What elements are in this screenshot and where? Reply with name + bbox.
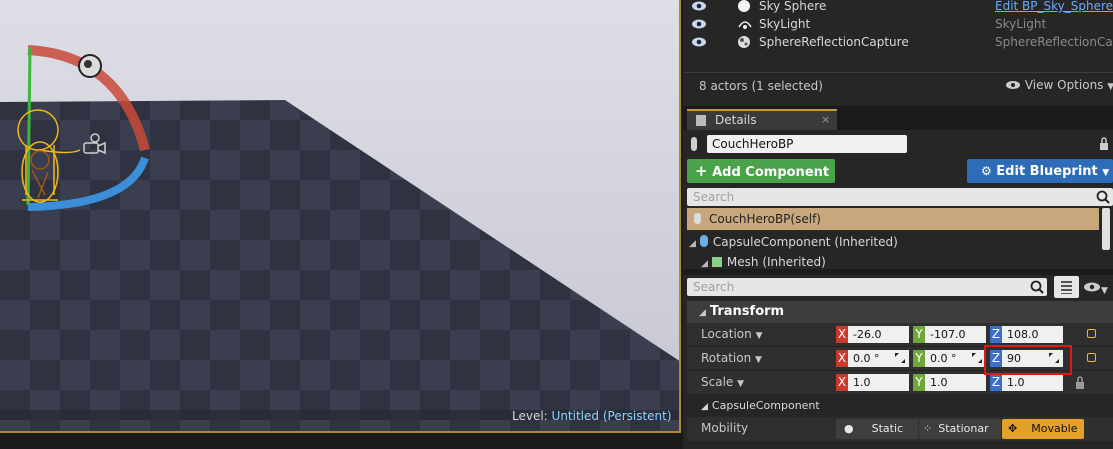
transform-section-header[interactable]: ◢ Transform xyxy=(687,301,1113,323)
spin-arrows-icon[interactable] xyxy=(972,353,982,363)
eye-icon xyxy=(1084,282,1100,292)
mobility-stationary-button[interactable]: ⁘ Stationar xyxy=(919,419,1001,439)
visibility-eye-icon[interactable] xyxy=(691,36,707,48)
edit-bp-link[interactable]: Edit BP_Sky_Sphere xyxy=(995,0,1113,13)
actor-icon xyxy=(694,213,701,224)
close-icon[interactable]: × xyxy=(821,113,830,126)
location-row: Location ▼ X -26.0 Y -107.0 Z 108.0 xyxy=(687,323,1113,347)
location-x-field[interactable]: -26.0 xyxy=(848,326,909,343)
outliner-row[interactable]: Sky Sphere Edit BP_Sky_Sphere xyxy=(683,0,1113,16)
level-label: Level: Untitled (Persistent) xyxy=(512,409,672,423)
expand-arrow-icon: ◢ xyxy=(699,308,706,318)
search-icon xyxy=(1030,280,1044,294)
component-search-input[interactable] xyxy=(687,188,987,206)
details-search[interactable] xyxy=(687,278,1047,296)
tree-scrollbar[interactable] xyxy=(1102,208,1110,250)
add-component-button[interactable]: + Add Component ▼ xyxy=(687,159,835,203)
component-search[interactable] xyxy=(687,188,1113,206)
sphere-icon xyxy=(738,0,750,12)
eye-icon xyxy=(1006,81,1020,89)
details-tabbar: Details × xyxy=(683,106,1113,130)
mobility-row: Mobility ● Static ⁘ Stationar ✥ Movable xyxy=(687,417,1113,441)
grid-icon xyxy=(1061,281,1072,294)
spin-arrows-icon[interactable] xyxy=(895,353,905,363)
actor-name-field[interactable]: CouchHeroBP xyxy=(707,135,907,153)
reset-to-default-icon[interactable] xyxy=(1087,353,1096,362)
tree-divider[interactable] xyxy=(683,269,1113,275)
visibility-eye-icon[interactable] xyxy=(691,18,707,30)
stationary-icon: ⁘ xyxy=(923,422,933,435)
view-options-button[interactable]: View Options ▼ xyxy=(1005,78,1113,92)
gizmo-green-axis xyxy=(26,47,32,206)
rotation-label[interactable]: Rotation ▼ xyxy=(701,351,762,365)
lock-icon[interactable] xyxy=(1074,376,1086,390)
scale-label[interactable]: Scale ▼ xyxy=(701,375,744,389)
rotation-x-field[interactable]: 0.0 ° xyxy=(848,350,909,367)
location-label[interactable]: Location ▼ xyxy=(701,327,763,341)
scale-y-field[interactable]: 1.0 xyxy=(925,374,986,391)
location-y-field[interactable]: -107.0 xyxy=(925,326,986,343)
outliner-row[interactable]: SkyLight SkyLight xyxy=(683,16,1113,34)
visibility-eye-icon[interactable] xyxy=(691,0,707,12)
component-self-item[interactable]: CouchHeroBP(self) xyxy=(687,208,1099,230)
skylight-icon xyxy=(738,21,752,29)
outliner-footer: 8 actors (1 selected) View Options ▼ xyxy=(683,72,1113,98)
gear-icon: ⚙ xyxy=(981,164,992,178)
search-icon xyxy=(1096,190,1110,204)
scale-x-field[interactable]: 1.0 xyxy=(848,374,909,391)
expand-arrow-icon: ◢ xyxy=(689,239,696,249)
outliner-row[interactable]: SphereReflectionCapture SphereReflection… xyxy=(683,34,1113,52)
level-viewport[interactable]: Level: Untitled (Persistent) xyxy=(0,0,681,433)
viewport-scene xyxy=(0,45,679,431)
tab-details[interactable]: Details × xyxy=(687,109,837,130)
reflection-capture-icon xyxy=(738,36,750,48)
capsule-icon xyxy=(699,235,708,247)
level-name: Untitled (Persistent) xyxy=(551,409,672,423)
edit-blueprint-button[interactable]: ⚙ Edit Blueprint ▼ xyxy=(967,159,1113,183)
property-matrix-button[interactable] xyxy=(1054,276,1079,298)
floor-plane xyxy=(0,100,679,431)
reset-to-default-icon[interactable] xyxy=(1087,329,1096,338)
expand-arrow-icon: ◢ xyxy=(701,402,708,412)
scale-z-field[interactable]: 1.0 xyxy=(1002,374,1063,391)
mobility-static-button[interactable]: ● Static xyxy=(836,419,918,439)
details-tab-icon xyxy=(696,115,706,126)
editor-right-panel: Sky Sphere Edit BP_Sky_Sphere SkyLight S… xyxy=(683,0,1113,449)
tree-item-capsule[interactable]: ◢ CapsuleComponent (Inherited) xyxy=(689,235,898,253)
details-visibility-dropdown[interactable]: ▼ xyxy=(1083,281,1108,296)
location-z-field[interactable]: 108.0 xyxy=(1002,326,1063,343)
actor-icon xyxy=(691,137,697,151)
mobility-label: Mobility xyxy=(701,421,749,435)
mesh-icon xyxy=(711,257,722,267)
details-search-input[interactable] xyxy=(687,278,987,296)
expand-arrow-icon: ◢ xyxy=(701,259,708,269)
static-icon: ● xyxy=(844,422,854,435)
annotation-highlight-box xyxy=(984,345,1072,375)
movable-icon: ✥ xyxy=(1008,422,1018,435)
mobility-movable-button[interactable]: ✥ Movable xyxy=(1002,419,1084,439)
rotation-y-field[interactable]: 0.0 ° xyxy=(925,350,986,367)
actor-count: 8 actors (1 selected) xyxy=(699,79,823,93)
actor-name-row: CouchHeroBP xyxy=(683,132,1113,156)
lock-icon[interactable] xyxy=(1098,137,1110,151)
capsule-component-section[interactable]: ◢ CapsuleComponent xyxy=(687,397,1113,415)
